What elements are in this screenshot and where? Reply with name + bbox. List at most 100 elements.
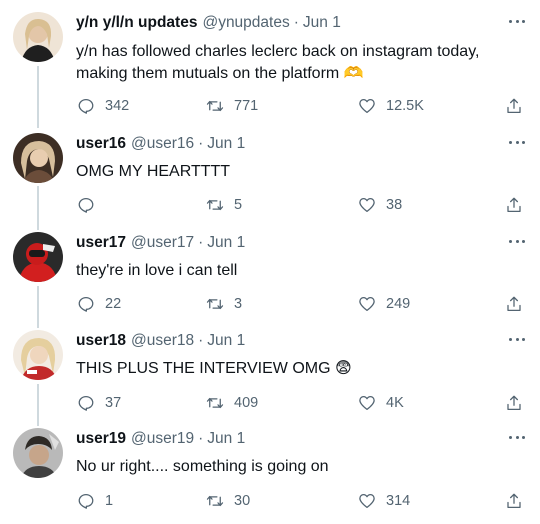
display-name[interactable]: user18	[76, 332, 126, 350]
like-button[interactable]: 38	[358, 194, 402, 216]
tweet-actions: 22 3 249	[0, 293, 540, 315]
retweet-count: 771	[234, 98, 259, 114]
reply-count: 22	[105, 296, 122, 312]
user-handle[interactable]: @ynupdates	[202, 14, 289, 32]
like-count: 4K	[386, 395, 404, 411]
share-button[interactable]	[505, 293, 523, 315]
share-button[interactable]	[505, 194, 523, 216]
user-handle[interactable]: @user19	[131, 430, 194, 448]
retweet-icon	[206, 100, 224, 112]
display-name[interactable]: user19	[76, 430, 126, 448]
retweet-count: 30	[234, 493, 251, 509]
separator-dot: ·	[293, 14, 299, 31]
avatar-image	[13, 428, 63, 478]
share-icon	[507, 296, 521, 312]
like-count: 314	[386, 493, 411, 509]
like-button[interactable]: 4K	[358, 392, 404, 414]
reply-button[interactable]: 22	[77, 293, 121, 315]
display-name[interactable]: user16	[76, 135, 126, 153]
tweet-header: user19 @user19 · Jun 1	[76, 430, 245, 452]
tweet-text: THIS PLUS THE INTERVIEW OMG 😨	[76, 360, 352, 377]
share-icon	[507, 493, 521, 509]
share-icon	[507, 98, 521, 114]
tweet[interactable]: user16 @user16 · Jun 1 OMG MY HEARTTTT 5…	[0, 128, 540, 228]
retweet-icon	[206, 199, 224, 211]
tweet-text: No ur right.... something is going on	[76, 458, 329, 475]
more-icon[interactable]	[506, 235, 528, 247]
share-icon	[507, 197, 521, 213]
tweet-date[interactable]: Jun 1	[207, 332, 245, 350]
reply-button[interactable]: 342	[77, 95, 129, 117]
reply-button[interactable]: 1	[77, 490, 113, 512]
retweet-count: 409	[234, 395, 259, 411]
tweet-header: user17 @user17 · Jun 1	[76, 234, 245, 256]
user-handle[interactable]: @user16	[131, 135, 194, 153]
retweet-button[interactable]: 771	[206, 95, 258, 117]
tweet-header: user18 @user18 · Jun 1	[76, 332, 245, 354]
tweet-thread: y/n y/l/n updates @ynupdates · Jun 1 y/n…	[0, 0, 540, 524]
reply-icon	[78, 296, 94, 312]
tweet-actions: 1 30 314	[0, 490, 540, 512]
avatar-image	[13, 232, 63, 282]
more-icon[interactable]	[506, 15, 528, 27]
user-handle[interactable]: @user17	[131, 234, 194, 252]
heart-icon	[359, 395, 375, 411]
retweet-button[interactable]: 30	[206, 490, 250, 512]
reply-icon	[78, 395, 94, 411]
more-icon[interactable]	[506, 333, 528, 345]
reply-icon	[78, 197, 94, 213]
retweet-icon	[206, 397, 224, 409]
like-button[interactable]: 314	[358, 490, 410, 512]
reply-button[interactable]: 37	[77, 392, 121, 414]
tweet-text: they're in love i can tell	[76, 262, 238, 279]
avatar[interactable]	[13, 428, 63, 478]
share-button[interactable]	[505, 392, 523, 414]
user-handle[interactable]: @user18	[131, 332, 194, 350]
retweet-button[interactable]: 409	[206, 392, 258, 414]
reply-count: 1	[105, 493, 114, 509]
heart-icon	[359, 98, 375, 114]
avatar[interactable]	[13, 330, 63, 380]
separator-dot: ·	[198, 332, 204, 349]
heart-icon	[359, 296, 375, 312]
separator-dot: ·	[198, 234, 204, 251]
avatar[interactable]	[13, 133, 63, 183]
more-icon[interactable]	[506, 431, 528, 443]
retweet-button[interactable]: 5	[206, 194, 242, 216]
tweet-date[interactable]: Jun 1	[207, 234, 245, 252]
share-button[interactable]	[505, 95, 523, 117]
tweet-header: y/n y/l/n updates @ynupdates · Jun 1	[76, 14, 341, 36]
tweet-date[interactable]: Jun 1	[207, 135, 245, 153]
like-count: 12.5K	[386, 98, 424, 114]
avatar[interactable]	[13, 232, 63, 282]
tweet[interactable]: user19 @user19 · Jun 1 No ur right.... s…	[0, 424, 540, 524]
avatar[interactable]	[13, 12, 63, 62]
like-button[interactable]: 249	[358, 293, 410, 315]
tweet-date[interactable]: Jun 1	[303, 14, 341, 32]
tweet[interactable]: y/n y/l/n updates @ynupdates · Jun 1 y/n…	[0, 0, 540, 128]
reply-count: 37	[105, 395, 122, 411]
tweet-date[interactable]: Jun 1	[207, 430, 245, 448]
like-count: 249	[386, 296, 411, 312]
reply-count: 342	[105, 98, 130, 114]
retweet-button[interactable]: 3	[206, 293, 242, 315]
display-name[interactable]: y/n y/l/n updates	[76, 14, 197, 32]
tweet-text: y/n has followed charles leclerc back on…	[76, 43, 480, 82]
more-icon[interactable]	[506, 136, 528, 148]
avatar-image	[13, 330, 63, 380]
reply-button[interactable]	[77, 194, 105, 216]
tweet[interactable]: user18 @user18 · Jun 1 THIS PLUS THE INT…	[0, 326, 540, 424]
display-name[interactable]: user17	[76, 234, 126, 252]
like-button[interactable]: 12.5K	[358, 95, 424, 117]
share-button[interactable]	[505, 490, 523, 512]
tweet-header: user16 @user16 · Jun 1	[76, 135, 245, 157]
tweet-actions: 5 38	[0, 194, 540, 216]
share-icon	[507, 395, 521, 411]
tweet[interactable]: user17 @user17 · Jun 1 they're in love i…	[0, 228, 540, 326]
retweet-icon	[206, 298, 224, 310]
separator-dot: ·	[198, 430, 204, 447]
avatar-image	[13, 12, 63, 62]
separator-dot: ·	[198, 135, 204, 152]
tweet-actions: 37 409 4K	[0, 392, 540, 414]
tweet-actions: 342 771 12.5K	[0, 95, 540, 117]
